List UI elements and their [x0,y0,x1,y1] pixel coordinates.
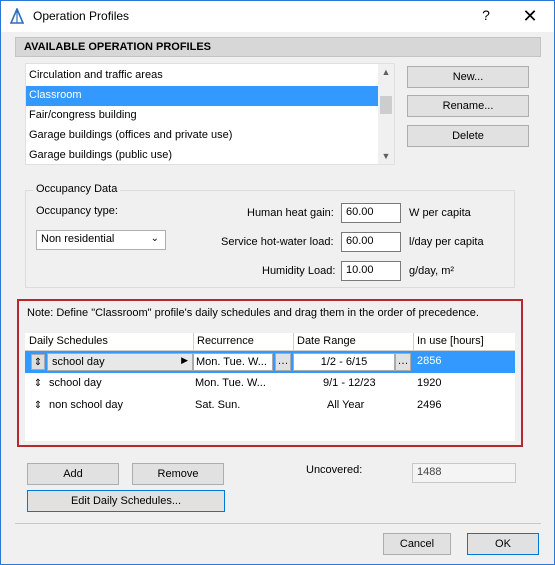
occupancy-type-value: Non residential [41,233,115,245]
list-item[interactable]: Garage buildings (offices and private us… [26,126,380,146]
operation-profiles-dialog: Operation Profiles ? ✕ AVAILABLE OPERATI… [0,0,555,565]
remove-schedule-button[interactable]: Remove [132,463,224,485]
schedule-name: school day [49,377,102,389]
occupancy-legend: Occupancy Data [33,183,121,195]
window-title: Operation Profiles [33,9,130,23]
rename-profile-button[interactable]: Rename... [407,95,529,117]
heat-gain-label: Human heat gain: [247,207,334,219]
humidity-field[interactable]: 10.00 [341,261,401,281]
heat-gain-field[interactable]: 60.00 [341,203,401,223]
table-row[interactable]: ⇕ non school day Sat. Sun. All Year 2496 [25,395,515,417]
chevron-down-icon: ⌄ [150,233,159,244]
recurrence-value: Mon. Tue. W... [196,356,267,368]
scroll-down-icon[interactable]: ▼ [378,148,394,164]
uncovered-label: Uncovered: [306,464,363,476]
new-profile-button[interactable]: New... [407,66,529,88]
date-range-value: All Year [327,399,365,411]
column-divider[interactable] [193,333,194,351]
drag-handle-icon[interactable]: ⇕ [31,376,45,392]
occupancy-type-select[interactable]: Non residential ⌄ [36,230,166,250]
list-item[interactable]: Garage buildings (public use) [26,146,380,166]
list-item[interactable]: Fair/congress building [26,106,380,126]
column-header[interactable]: Recurrence [197,335,254,347]
edit-daily-schedules-button[interactable]: Edit Daily Schedules... [27,490,225,512]
heat-gain-unit: W per capita [409,207,471,219]
triangle-right-icon: ▶ [181,355,188,365]
archicad-logo-icon [9,8,25,24]
section-header: AVAILABLE OPERATION PROFILES [15,37,541,57]
schedules-note: Note: Define "Classroom" profile's daily… [27,307,479,319]
hours-value: 1920 [417,377,442,389]
recurrence-value: Sat. Sun. [195,399,241,411]
title-bar: Operation Profiles ? ✕ [1,1,554,32]
schedules-table-header: Daily Schedules Recurrence Date Range In… [25,333,515,351]
recurrence-value: Mon. Tue. W... [195,377,266,389]
recurrence-field[interactable]: Mon. Tue. W... [193,353,273,371]
delete-profile-button[interactable]: Delete [407,125,529,147]
schedule-name: non school day [49,399,123,411]
hours-value: 2496 [417,399,442,411]
humidity-unit: g/day, m² [409,265,455,277]
uncovered-field: 1488 [412,463,516,483]
drag-handle-icon[interactable]: ⇕ [31,398,45,414]
hours-value: 2856 [417,355,442,367]
occupancy-type-label: Occupancy type: [36,205,118,217]
help-button[interactable]: ? [473,7,499,27]
ok-button[interactable]: OK [467,533,539,555]
column-divider[interactable] [413,333,414,351]
cancel-button[interactable]: Cancel [383,533,451,555]
profiles-list[interactable]: Circulation and traffic areas Classroom … [25,63,395,165]
hot-water-unit: l/day per capita [409,236,484,248]
scroll-thumb[interactable] [380,96,392,114]
humidity-label: Humidity Load: [262,265,336,277]
column-header[interactable]: In use [hours] [417,335,484,347]
scroll-up-icon[interactable]: ▲ [378,64,394,80]
schedules-table: ⇕ school day ▶ Mon. Tue. W... … 1/2 - 6/… [25,351,515,441]
footer-divider [15,523,541,524]
list-item-selected[interactable]: Classroom [26,86,380,106]
date-range-field[interactable]: 1/2 - 6/15 [293,353,395,371]
date-range-value: 1/2 - 6/15 [320,356,368,368]
column-header[interactable]: Daily Schedules [29,335,108,347]
list-scrollbar[interactable]: ▲ ▼ [378,64,394,164]
list-item[interactable]: Circulation and traffic areas [26,66,380,86]
drag-handle-icon[interactable]: ⇕ [31,354,45,370]
hot-water-label: Service hot-water load: [221,236,334,248]
column-divider[interactable] [293,333,294,351]
add-schedule-button[interactable]: Add [27,463,119,485]
hot-water-field[interactable]: 60.00 [341,232,401,252]
schedule-select[interactable]: school day ▶ [47,353,193,371]
table-row[interactable]: ⇕ school day ▶ Mon. Tue. W... … 1/2 - 6/… [25,351,515,373]
recurrence-edit-button[interactable]: … [275,353,291,371]
date-range-edit-button[interactable]: … [395,353,411,371]
date-range-value: 9/1 - 12/23 [323,377,376,389]
close-icon[interactable]: ✕ [515,5,545,27]
schedule-name: school day [52,356,105,368]
column-header[interactable]: Date Range [297,335,356,347]
table-row[interactable]: ⇕ school day Mon. Tue. W... 9/1 - 12/23 … [25,373,515,395]
